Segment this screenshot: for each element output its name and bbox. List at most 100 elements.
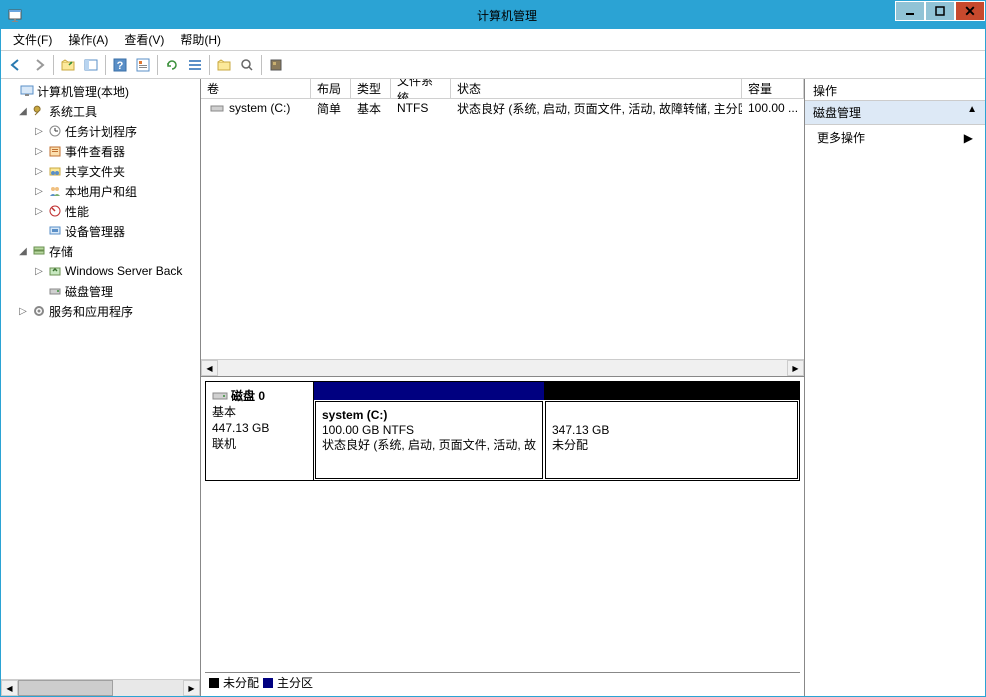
tree-task-scheduler[interactable]: ▷ 任务计划程序: [1, 121, 200, 141]
tree-device-manager-label: 设备管理器: [65, 223, 125, 240]
disk-mgmt-icon: [47, 283, 63, 299]
tree-disk-management[interactable]: 磁盘管理: [1, 281, 200, 301]
legend-unalloc-swatch: [209, 678, 219, 688]
tree-disk-management-label: 磁盘管理: [65, 283, 113, 300]
tree-event-viewer[interactable]: ▷ 事件查看器: [1, 141, 200, 161]
maximize-button[interactable]: [925, 1, 955, 21]
actions-more[interactable]: 更多操作 ▶: [805, 125, 985, 150]
open-button[interactable]: [213, 54, 235, 76]
disk-info: 磁盘 0 基本 447.13 GB 联机: [206, 382, 314, 480]
minimize-button[interactable]: [895, 1, 925, 21]
disk-graphical-view: 磁盘 0 基本 447.13 GB 联机 system: [201, 376, 804, 696]
tree-system-tools-label: 系统工具: [49, 103, 97, 120]
chevron-right-icon: ▶: [964, 131, 973, 145]
disk-device-icon: [212, 390, 228, 402]
disk-name: 磁盘 0: [231, 388, 265, 404]
app-icon: [1, 1, 29, 29]
col-volume[interactable]: 卷: [201, 79, 311, 98]
tree-services-label: 服务和应用程序: [49, 303, 133, 320]
computer-icon: [19, 83, 35, 99]
volume-name: system (C:): [229, 101, 290, 115]
legend-primary-swatch: [263, 678, 273, 688]
partition-unallocated[interactable]: 347.13 GB 未分配: [545, 401, 798, 479]
actions-panel: 操作 磁盘管理 ▲ 更多操作 ▶: [805, 79, 985, 696]
clock-icon: [47, 123, 63, 139]
back-button[interactable]: [5, 54, 27, 76]
refresh-button[interactable]: [161, 54, 183, 76]
storage-icon: [31, 243, 47, 259]
titlebar: 计算机管理 ✕: [1, 1, 985, 29]
actions-section-disk[interactable]: 磁盘管理 ▲: [805, 101, 985, 125]
menu-action[interactable]: 操作(A): [60, 29, 116, 50]
volume-status: 状态良好 (系统, 启动, 页面文件, 活动, 故障转储, 主分区): [451, 100, 742, 117]
tree-local-users[interactable]: ▷ 本地用户和组: [1, 181, 200, 201]
col-capacity[interactable]: 容量: [742, 79, 804, 98]
tree-horizontal-scrollbar[interactable]: ◀ ▶: [1, 679, 200, 696]
volume-capacity: 100.00 ...: [742, 101, 804, 115]
col-status[interactable]: 状态: [451, 79, 742, 98]
shared-icon: [47, 163, 63, 179]
tree-root-label: 计算机管理(本地): [37, 83, 129, 100]
volume-list-header: 卷 布局 类型 文件系统 状态 容量: [201, 79, 804, 99]
up-button[interactable]: [57, 54, 79, 76]
partition-primary[interactable]: system (C:) 100.00 GB NTFS 状态良好 (系统, 启动,…: [315, 401, 543, 479]
device-icon: [47, 223, 63, 239]
tree-shared-folders[interactable]: ▷ 共享文件夹: [1, 161, 200, 181]
tree-system-tools[interactable]: ◢ 系统工具: [1, 101, 200, 121]
partition-header-primary: [314, 382, 544, 400]
collapse-icon: ▲: [967, 104, 977, 121]
close-button[interactable]: ✕: [955, 1, 985, 21]
tree-performance-label: 性能: [65, 203, 89, 220]
menu-view[interactable]: 查看(V): [116, 29, 172, 50]
tree-services[interactable]: ▷ 服务和应用程序: [1, 301, 200, 321]
backup-icon: [47, 263, 63, 279]
window-title: 计算机管理: [29, 7, 985, 24]
actions-section-label: 磁盘管理: [813, 104, 861, 121]
volume-fs: NTFS: [391, 101, 451, 115]
properties-button[interactable]: [132, 54, 154, 76]
tree-performance[interactable]: ▷ 性能: [1, 201, 200, 221]
list-button[interactable]: [184, 54, 206, 76]
tree-storage[interactable]: ◢ 存储: [1, 241, 200, 261]
menu-help[interactable]: 帮助(H): [172, 29, 229, 50]
legend-unalloc-label: 未分配: [223, 674, 259, 691]
partition-header-unallocated: [544, 382, 799, 400]
tree-windows-backup[interactable]: ▷ Windows Server Back: [1, 261, 200, 281]
volume-row[interactable]: system (C:) 简单 基本 NTFS 状态良好 (系统, 启动, 页面文…: [201, 99, 804, 117]
partition-unalloc-status: 未分配: [552, 438, 588, 452]
disk-type: 基本: [212, 404, 307, 420]
forward-button[interactable]: [28, 54, 50, 76]
partition-primary-name: system (C:): [322, 408, 387, 422]
wrench-icon: [31, 103, 47, 119]
drive-icon: [209, 100, 225, 116]
extra-button[interactable]: [265, 54, 287, 76]
tree-task-scheduler-label: 任务计划程序: [65, 123, 137, 140]
show-hide-tree-button[interactable]: [80, 54, 102, 76]
tree-device-manager[interactable]: 设备管理器: [1, 221, 200, 241]
partition-primary-size: 100.00 GB NTFS: [322, 423, 414, 437]
col-filesystem[interactable]: 文件系统: [391, 79, 451, 98]
users-icon: [47, 183, 63, 199]
legend-primary-label: 主分区: [277, 674, 313, 691]
disk-row[interactable]: 磁盘 0 基本 447.13 GB 联机 system: [205, 381, 800, 481]
toolbar: ?: [1, 51, 985, 79]
actions-more-label: 更多操作: [817, 129, 865, 146]
menubar: 文件(F) 操作(A) 查看(V) 帮助(H): [1, 29, 985, 51]
tree-local-users-label: 本地用户和组: [65, 183, 137, 200]
partition-unalloc-size: 347.13 GB: [552, 423, 609, 437]
actions-header: 操作: [805, 79, 985, 101]
col-layout[interactable]: 布局: [311, 79, 351, 98]
volume-horizontal-scrollbar[interactable]: ◀ ▶: [201, 359, 804, 376]
performance-icon: [47, 203, 63, 219]
volume-type: 基本: [351, 100, 391, 117]
search-button[interactable]: [236, 54, 258, 76]
tree-root[interactable]: 计算机管理(本地): [1, 81, 200, 101]
col-type[interactable]: 类型: [351, 79, 391, 98]
tree-storage-label: 存储: [49, 243, 73, 260]
help-button[interactable]: ?: [109, 54, 131, 76]
main-panel: 卷 布局 类型 文件系统 状态 容量 system (C:) 简单 基本 NTF…: [201, 79, 805, 696]
partition-primary-status: 状态良好 (系统, 启动, 页面文件, 活动, 故: [322, 438, 536, 452]
volume-layout: 简单: [311, 100, 351, 117]
menu-file[interactable]: 文件(F): [5, 29, 60, 50]
volume-list[interactable]: system (C:) 简单 基本 NTFS 状态良好 (系统, 启动, 页面文…: [201, 99, 804, 359]
